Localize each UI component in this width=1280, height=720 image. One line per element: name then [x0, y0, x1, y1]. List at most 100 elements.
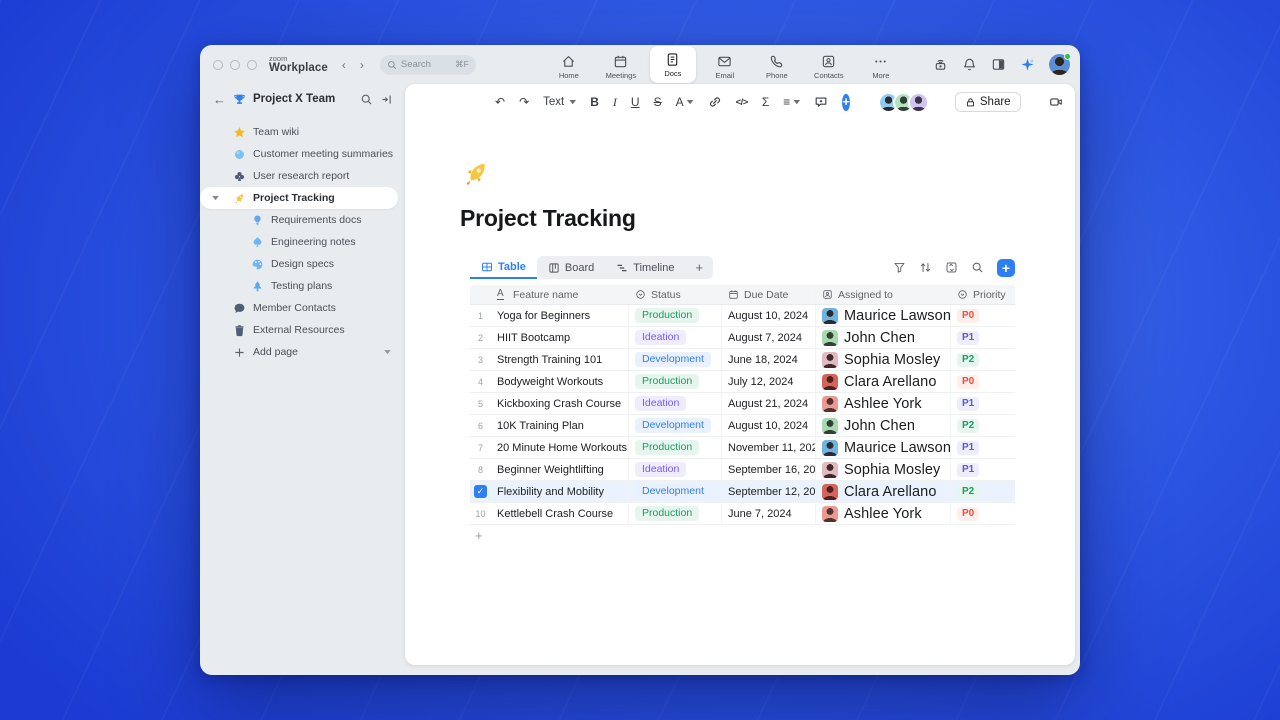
column-header-assigned-to[interactable]: Assigned to — [816, 285, 951, 304]
due-date-cell[interactable]: June 7, 2024 — [722, 503, 816, 524]
status-cell[interactable]: Development — [629, 349, 722, 370]
sidebar-item-member-contacts[interactable]: Member Contacts — [200, 297, 405, 319]
table-row[interactable]: 1 Yoga for Beginners Production August 10, … — [470, 305, 1015, 327]
feature-name-cell[interactable]: Flexibility and Mobility — [491, 481, 629, 502]
feature-name-cell[interactable]: Strength Training 101 — [491, 349, 629, 370]
table-row[interactable]: 5 Kickboxing Crash Course Ideation August 2… — [470, 393, 1015, 415]
priority-cell[interactable]: P2 — [951, 415, 1015, 436]
status-cell[interactable]: Production — [629, 305, 722, 326]
code-icon[interactable]: </> — [736, 97, 749, 108]
due-date-cell[interactable]: August 7, 2024 — [722, 327, 816, 348]
nav-more[interactable]: More — [858, 50, 904, 83]
due-date-cell[interactable]: November 11, 2024 — [722, 437, 816, 458]
sidebar-item-user-research-report[interactable]: User research report — [200, 165, 405, 187]
priority-cell[interactable]: P1 — [951, 459, 1015, 480]
sidebar-item-team-wiki[interactable]: Team wiki — [200, 121, 405, 143]
underline-button[interactable]: U — [631, 95, 640, 109]
feature-name-cell[interactable]: Yoga for Beginners — [491, 305, 629, 326]
notifications-icon[interactable] — [962, 57, 977, 72]
assigned-to-cell[interactable]: Sophia Mosley — [816, 459, 951, 480]
table-row[interactable]: 3 Strength Training 101 Development June 18… — [470, 349, 1015, 371]
history-back-icon[interactable]: ‹ — [342, 58, 346, 72]
panel-icon[interactable] — [991, 57, 1006, 72]
search-input[interactable]: Search ⌘F — [379, 54, 476, 75]
row-checkbox-checked[interactable]: ✓ — [474, 485, 487, 498]
assigned-to-cell[interactable]: Sophia Mosley — [816, 349, 951, 370]
nav-email[interactable]: Email — [702, 50, 748, 83]
maximize-window-icon[interactable] — [247, 59, 257, 70]
feature-name-cell[interactable]: HIIT Bootcamp — [491, 327, 629, 348]
table-row[interactable]: 8 Beginner Weightlifting Ideation September… — [470, 459, 1015, 481]
feature-name-cell[interactable]: 20 Minute Home Workouts — [491, 437, 629, 458]
formula-icon[interactable]: Σ — [762, 95, 769, 109]
undo-icon[interactable]: ↶ — [495, 95, 505, 109]
sidebar-item-requirements-docs[interactable]: Requirements docs — [200, 209, 405, 231]
status-cell[interactable]: Ideation — [629, 327, 722, 348]
feature-name-cell[interactable]: 10K Training Plan — [491, 415, 629, 436]
priority-cell[interactable]: P1 — [951, 437, 1015, 458]
column-header-status[interactable]: Status — [629, 285, 722, 304]
due-date-cell[interactable]: August 21, 2024 — [722, 393, 816, 414]
status-cell[interactable]: Production — [629, 437, 722, 458]
table-row[interactable]: ✓ Flexibility and Mobility Development Sept… — [470, 481, 1015, 503]
table-row[interactable]: 2 HIIT Bootcamp Ideation August 7, 2024 John… — [470, 327, 1015, 349]
priority-cell[interactable]: P0 — [951, 305, 1015, 326]
column-header-feature-name[interactable]: A Feature name — [491, 285, 629, 304]
status-cell[interactable]: Ideation — [629, 459, 722, 480]
tab-board[interactable]: Board — [537, 262, 605, 274]
assigned-to-cell[interactable]: John Chen — [816, 327, 951, 348]
link-icon[interactable] — [708, 95, 722, 109]
status-cell[interactable]: Development — [629, 415, 722, 436]
text-color-dropdown[interactable]: A — [676, 95, 694, 109]
sidebar-search-icon[interactable] — [360, 93, 373, 106]
list-dropdown[interactable]: ≡ — [783, 95, 801, 109]
sidebar-item-customer-meeting-summaries[interactable]: Customer meeting summaries — [200, 143, 405, 165]
history-forward-icon[interactable]: › — [360, 58, 364, 72]
table-row[interactable]: 7 20 Minute Home Workouts Production Novemb… — [470, 437, 1015, 459]
table-row[interactable]: 6 10K Training Plan Development August 10, … — [470, 415, 1015, 437]
assigned-to-cell[interactable]: Ashlee York — [816, 393, 951, 414]
assigned-to-cell[interactable]: Maurice Lawson — [816, 437, 951, 458]
status-cell[interactable]: Development — [629, 481, 722, 502]
strikethrough-button[interactable]: S — [654, 95, 662, 109]
priority-cell[interactable]: P1 — [951, 327, 1015, 348]
due-date-cell[interactable]: August 10, 2024 — [722, 305, 816, 326]
priority-cell[interactable]: P0 — [951, 371, 1015, 392]
tab-timeline[interactable]: Timeline — [605, 262, 685, 274]
column-header-priority[interactable]: Priority — [951, 285, 1015, 304]
assigned-to-cell[interactable]: Ashlee York — [816, 503, 951, 524]
nav-contacts[interactable]: Contacts — [806, 50, 852, 83]
assigned-to-cell[interactable]: Maurice Lawson — [816, 305, 951, 326]
status-cell[interactable]: Ideation — [629, 393, 722, 414]
window-controls[interactable] — [213, 59, 257, 70]
priority-cell[interactable]: P0 — [951, 503, 1015, 524]
user-avatar[interactable] — [1049, 53, 1071, 75]
device-icon[interactable] — [933, 57, 948, 72]
assigned-to-cell[interactable]: Clara Arellano — [816, 371, 951, 392]
insert-block-button[interactable]: + — [842, 93, 850, 111]
sidebar-item-design-specs[interactable]: Design specs — [200, 253, 405, 275]
comment-icon[interactable] — [814, 95, 828, 109]
status-cell[interactable]: Production — [629, 371, 722, 392]
feature-name-cell[interactable]: Bodyweight Workouts — [491, 371, 629, 392]
italic-button[interactable]: I — [613, 95, 617, 110]
filter-icon[interactable] — [893, 261, 906, 274]
sidebar-back-icon[interactable]: ← — [213, 92, 226, 107]
ai-companion-icon[interactable] — [1020, 57, 1035, 72]
status-cell[interactable]: Production — [629, 503, 722, 524]
priority-cell[interactable]: P1 — [951, 393, 1015, 414]
assigned-to-cell[interactable]: Clara Arellano — [816, 481, 951, 502]
due-date-cell[interactable]: August 10, 2024 — [722, 415, 816, 436]
feature-name-cell[interactable]: Beginner Weightlifting — [491, 459, 629, 480]
video-call-icon[interactable] — [1049, 95, 1063, 109]
add-row-button[interactable]: + — [470, 525, 1015, 545]
feature-name-cell[interactable]: Kettlebell Crash Course — [491, 503, 629, 524]
table-row[interactable]: 4 Bodyweight Workouts Production July 12, 2… — [470, 371, 1015, 393]
nav-phone[interactable]: Phone — [754, 50, 800, 83]
due-date-cell[interactable]: September 12, 2024 — [722, 481, 816, 502]
collaborator-avatar-3[interactable] — [907, 91, 929, 113]
sidebar-item-testing-plans[interactable]: Testing plans — [200, 275, 405, 297]
minimize-window-icon[interactable] — [230, 59, 240, 70]
share-button[interactable]: Share — [954, 92, 1021, 112]
feature-name-cell[interactable]: Kickboxing Crash Course — [491, 393, 629, 414]
